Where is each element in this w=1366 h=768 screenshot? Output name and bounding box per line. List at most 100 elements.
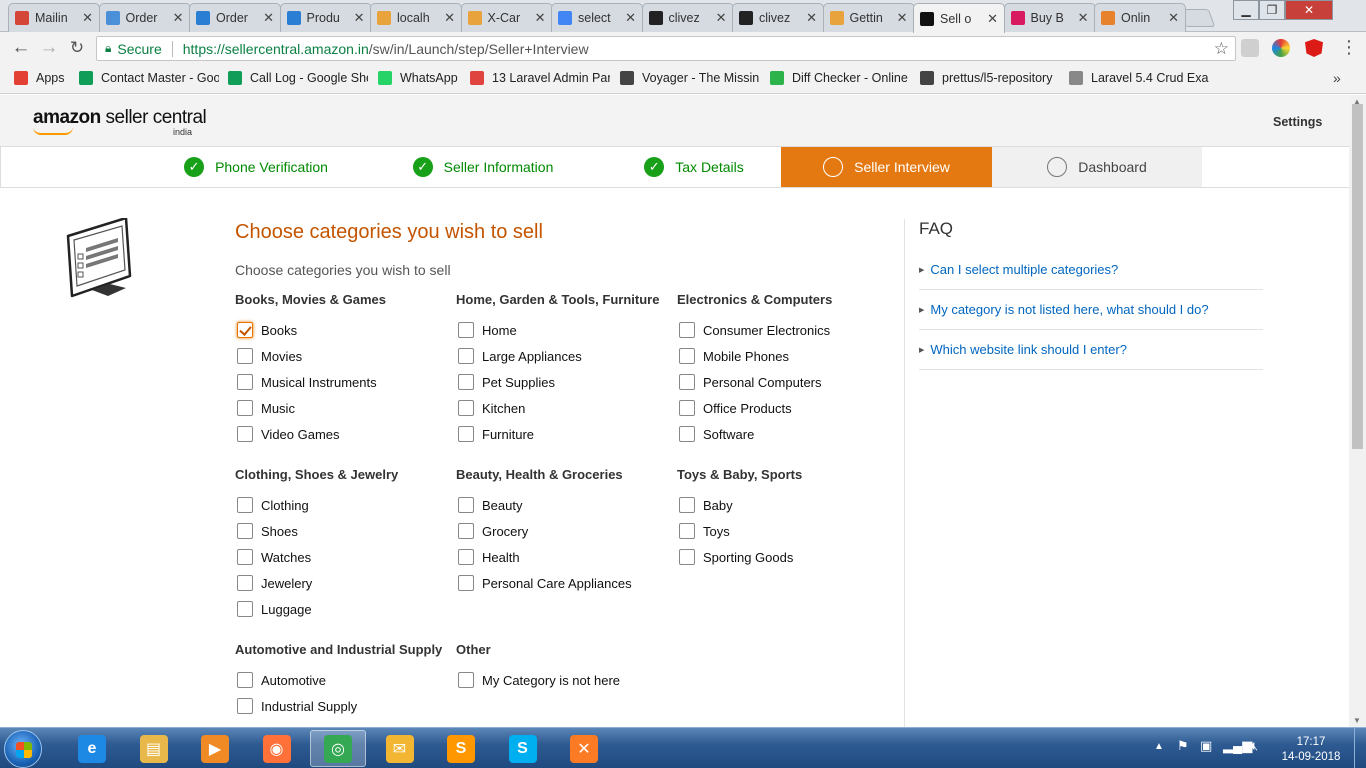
category-checkbox[interactable] [458,523,474,539]
category-checkbox[interactable] [679,523,695,539]
taskbar-app[interactable]: e [64,730,120,767]
faq-link[interactable]: ▶ My category is not listed here, what sh… [919,290,1263,330]
color-picker-extension-icon[interactable] [1272,39,1290,57]
category-checkbox[interactable] [458,575,474,591]
browser-tab[interactable]: Produ ✕ [279,3,372,32]
taskbar-app[interactable]: ◉ [249,730,305,767]
close-tab-icon[interactable]: ✕ [1078,10,1089,26]
browser-tab[interactable]: Buy B ✕ [1003,3,1096,32]
category-checkbox[interactable] [237,549,253,565]
browser-tab[interactable]: Mailin ✕ [8,3,100,32]
close-tab-icon[interactable]: ✕ [806,10,817,26]
category-option[interactable]: Watches [235,544,450,570]
forward-arrow-icon[interactable]: → [38,37,60,59]
tray-device-icon[interactable]: ▣ [1200,738,1212,754]
faq-link[interactable]: ▶ Can I select multiple categories? [919,250,1263,290]
taskbar-app[interactable]: ▤ [126,730,182,767]
browser-tab[interactable]: clivez ✕ [641,3,734,32]
category-checkbox[interactable] [679,549,695,565]
category-checkbox[interactable] [237,601,253,617]
category-option[interactable]: Furniture [456,421,671,447]
category-checkbox[interactable] [679,348,695,364]
volume-muted-icon[interactable]: 🔇︎ [1250,738,1258,754]
pdf-extension-icon[interactable] [1241,39,1259,57]
category-checkbox[interactable] [679,322,695,338]
close-tab-icon[interactable]: ✕ [263,10,274,26]
close-tab-icon[interactable]: ✕ [444,10,455,26]
category-checkbox[interactable] [237,575,253,591]
browser-tab[interactable]: clivez ✕ [732,3,824,32]
close-window-button[interactable]: ✕ [1285,0,1333,20]
close-tab-icon[interactable]: ✕ [354,10,365,26]
browser-tab[interactable]: select ✕ [551,3,643,32]
taskbar-app[interactable]: ✉ [372,730,428,767]
category-checkbox[interactable] [679,497,695,513]
bookmark-item[interactable]: Diff Checker - Online [770,71,910,85]
category-checkbox[interactable] [237,322,253,338]
category-option[interactable]: Video Games [235,421,450,447]
bookmark-item[interactable]: WhatsApp [378,71,463,85]
category-checkbox[interactable] [458,322,474,338]
minimize-button[interactable]: ▁ [1233,0,1259,20]
reload-icon[interactable]: ↻ [66,37,88,59]
browser-tab[interactable]: X-Car ✕ [460,3,553,32]
bookmark-item[interactable]: Call Log - Google She [228,71,368,85]
scroll-down-arrow-icon[interactable]: ▼ [1353,716,1361,725]
browser-tab[interactable]: Sell o ✕ [913,3,1005,33]
category-option[interactable]: Music [235,395,450,421]
taskbar-app[interactable]: ▶ [187,730,243,767]
category-checkbox[interactable] [237,523,253,539]
category-checkbox[interactable] [237,698,253,714]
close-tab-icon[interactable]: ✕ [987,11,998,27]
category-option[interactable]: Movies [235,343,450,369]
category-checkbox[interactable] [458,374,474,390]
taskbar-app[interactable]: ✕ [556,730,612,767]
category-option[interactable]: Kitchen [456,395,671,421]
taskbar-app[interactable]: ◎ [310,730,366,767]
category-option[interactable]: Jewelery [235,570,450,596]
category-checkbox[interactable] [679,400,695,416]
category-option[interactable]: Health [456,544,671,570]
taskbar-app[interactable]: S [495,730,551,767]
category-option[interactable]: Automotive [235,667,450,693]
close-tab-icon[interactable]: ✕ [173,10,184,26]
category-checkbox[interactable] [237,426,253,442]
category-option[interactable]: Personal Computers [677,369,892,395]
bookmark-item[interactable]: Contact Master - Goo [79,71,219,85]
bookmark-item[interactable]: Laravel 5.4 Crud Exam [1069,71,1209,85]
category-option[interactable]: Pet Supplies [456,369,671,395]
category-option[interactable]: Sporting Goods [677,544,892,570]
category-checkbox[interactable] [458,497,474,513]
bookmark-star-icon[interactable]: ☆ [1214,39,1229,59]
bookmark-item[interactable]: 13 Laravel Admin Pan [470,71,610,85]
close-tab-icon[interactable]: ✕ [625,10,636,26]
category-option[interactable]: Grocery [456,518,671,544]
close-tab-icon[interactable]: ✕ [1168,10,1179,26]
category-checkbox[interactable] [237,374,253,390]
bookmark-item[interactable]: Voyager - The Missin [620,71,760,85]
category-option[interactable]: Office Products [677,395,892,421]
more-bookmarks-icon[interactable]: » [1333,70,1341,86]
scrollbar-thumb[interactable] [1352,104,1363,449]
category-option[interactable]: Beauty [456,492,671,518]
angular-extension-icon[interactable] [1305,39,1323,57]
category-checkbox[interactable] [458,400,474,416]
browser-tab[interactable]: Gettin ✕ [822,3,915,32]
show-desktop-button[interactable] [1354,728,1366,768]
close-tab-icon[interactable]: ✕ [716,10,727,26]
close-tab-icon[interactable]: ✕ [897,10,908,26]
amazon-seller-central-logo[interactable]: amazon seller central india [33,107,207,137]
close-tab-icon[interactable]: ✕ [82,10,93,26]
browser-tab[interactable]: Order ✕ [98,3,191,32]
category-option[interactable]: Musical Instruments [235,369,450,395]
start-button[interactable] [4,730,42,768]
browser-tab[interactable]: Order ✕ [189,3,281,32]
category-option[interactable]: Personal Care Appliances [456,570,671,596]
page-scrollbar[interactable]: ▲ ▼ [1349,95,1366,727]
category-option[interactable]: Luggage [235,596,450,622]
category-checkbox[interactable] [237,497,253,513]
category-checkbox[interactable] [458,426,474,442]
close-tab-icon[interactable]: ✕ [535,10,546,26]
browser-tab[interactable]: localh ✕ [370,3,462,32]
category-option[interactable]: Toys [677,518,892,544]
